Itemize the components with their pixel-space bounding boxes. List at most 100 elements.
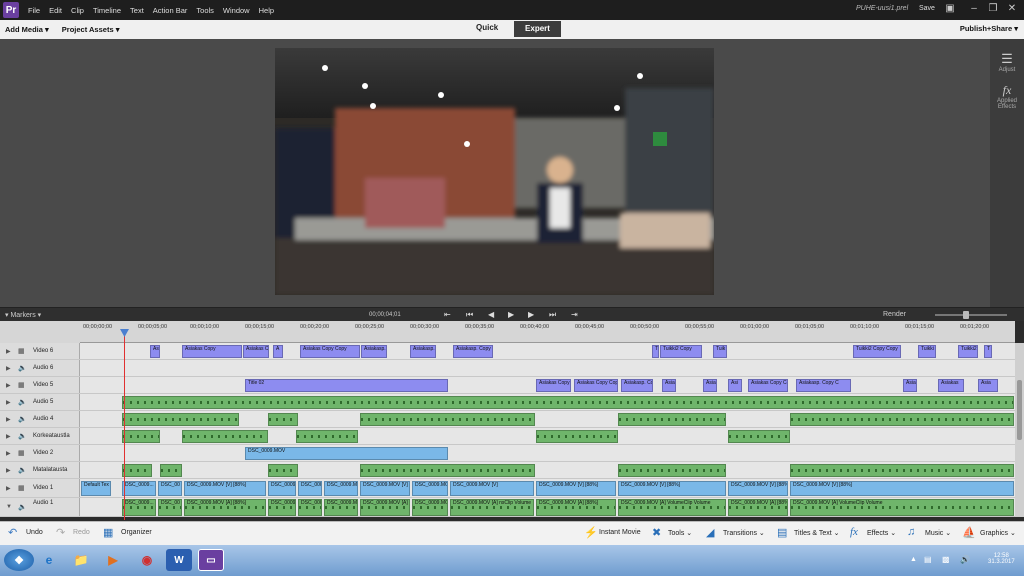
project-assets-button[interactable]: Project Assets ▾ [62, 25, 120, 34]
markers-dropdown[interactable]: ▾ Markers ▾ [5, 311, 41, 319]
tray-network-icon[interactable]: ▤ [924, 555, 932, 564]
organizer-icon[interactable]: ▦ [103, 526, 113, 539]
clip[interactable]: Asia [662, 379, 676, 392]
mode-quick-tab[interactable]: Quick [476, 23, 498, 32]
clip[interactable]: Title 02 [245, 379, 448, 392]
menu-edit[interactable]: Edit [49, 6, 62, 15]
menu-tools[interactable]: Tools [196, 6, 214, 15]
expand-icon[interactable]: ▶ [6, 467, 11, 474]
clip[interactable]: T [652, 345, 659, 358]
menu-clip[interactable]: Clip [71, 6, 84, 15]
chrome-icon[interactable]: ◉ [134, 549, 160, 571]
clip[interactable]: Tuikki [918, 345, 936, 358]
clip[interactable]: DSC_0009.MOV [V] [88%] [790, 481, 1014, 496]
clip[interactable]: Asiakas [938, 379, 964, 392]
titles-text-icon[interactable]: ▤ [777, 526, 787, 539]
clip[interactable]: DSC_0009... [122, 499, 156, 516]
publish-share-button[interactable]: Publish+Share ▾ [960, 24, 1018, 33]
restore-icon[interactable]: ❐ [987, 3, 999, 15]
timeline-zoom-handle[interactable] [963, 311, 969, 319]
clip[interactable]: DSC_0009. [268, 499, 296, 516]
word-icon[interactable]: W [166, 549, 192, 571]
go-to-start-icon[interactable]: ⏮ [466, 310, 473, 320]
clip[interactable]: DSC_0009.MOV [V] [88%] [728, 481, 788, 496]
clip[interactable]: DSC_000 [298, 481, 322, 496]
menu-action-bar[interactable]: Action Bar [153, 6, 188, 15]
clip[interactable]: Asia [978, 379, 998, 392]
audio-clip[interactable] [268, 413, 298, 426]
expand-icon[interactable]: ▶ [6, 365, 11, 372]
menu-file[interactable]: File [28, 6, 40, 15]
applied-effects-button[interactable]: fx Applied Effects [990, 83, 1024, 110]
clip[interactable]: DSC_0009.MOV [A] [88%] [728, 499, 788, 516]
step-back-icon[interactable]: ◀ [488, 310, 494, 319]
audio-clip[interactable] [790, 464, 1014, 477]
clip[interactable]: Asia [703, 379, 717, 392]
media-player-icon[interactable]: ▶ [100, 549, 126, 571]
audio-clip[interactable] [296, 430, 358, 443]
clip[interactable]: Asiakas Copy Copy [300, 345, 360, 358]
audio-clip[interactable] [728, 430, 790, 443]
clip[interactable]: Asiakas C [243, 345, 269, 358]
clip[interactable]: DSC_0009.MOV [V] [88%] [618, 481, 726, 496]
collapse-icon[interactable]: ▼ [6, 504, 12, 510]
clip[interactable]: As [150, 345, 160, 358]
organizer-button[interactable]: Organizer [121, 529, 152, 536]
audio-clip[interactable] [536, 430, 618, 443]
clip[interactable]: Asiakasp. Copy C [796, 379, 851, 392]
clip[interactable]: Asiakasp. Co [621, 379, 653, 392]
tray-arrow-icon[interactable]: ▲ [910, 556, 917, 563]
clip[interactable]: A [273, 345, 283, 358]
clip[interactable]: Asiakasp. Copy [453, 345, 493, 358]
tools-button[interactable]: Tools ⌄ [668, 529, 692, 537]
expand-icon[interactable]: ▶ [6, 382, 11, 389]
expand-icon[interactable]: ▶ [6, 485, 11, 492]
play-icon[interactable]: ▶ [508, 310, 514, 319]
audio-clip[interactable] [618, 413, 726, 426]
audio-clip[interactable] [122, 396, 1014, 409]
clip[interactable]: Asiakasp. [361, 345, 387, 358]
effects-fx-icon[interactable]: fx [850, 526, 858, 538]
clip[interactable]: DSC_0009... [122, 481, 156, 496]
tray-speaker-icon[interactable]: 🔊 [960, 555, 970, 564]
clip[interactable]: Tuikki2 Copy [660, 345, 702, 358]
menu-timeline[interactable]: Timeline [93, 6, 121, 15]
clip[interactable]: Tuikki2 [958, 345, 978, 358]
playhead-line[interactable] [124, 331, 125, 520]
clip[interactable]: DSC_0009.MOV [V] [88%] [184, 481, 266, 496]
expand-icon[interactable]: ▶ [6, 450, 11, 457]
redo-icon[interactable]: ↷ [56, 526, 65, 539]
effects-button[interactable]: Effects ⌄ [867, 529, 896, 537]
expand-icon[interactable]: ▶ [6, 416, 11, 423]
audio-clip[interactable] [122, 464, 152, 477]
clip[interactable]: DSC_0009.MOV [A] [88%] [184, 499, 266, 516]
premiere-elements-icon[interactable]: ▭ [198, 549, 224, 571]
clip[interactable]: DSC_0009.MO [412, 499, 448, 516]
app-logo-icon[interactable]: Pr [3, 2, 19, 18]
instant-movie-button[interactable]: Instant Movie [599, 529, 641, 536]
clip[interactable]: T [984, 345, 992, 358]
clip[interactable]: DSC_00 [158, 499, 182, 516]
clip[interactable]: Asia [903, 379, 917, 392]
clip[interactable]: Asiakas Copy Copy [574, 379, 618, 392]
close-icon[interactable]: ✕ [1006, 3, 1018, 15]
menu-help[interactable]: Help [259, 6, 274, 15]
clip[interactable]: Asiakas Copy Co [748, 379, 788, 392]
clip[interactable]: DSC_00 [158, 481, 182, 496]
clip[interactable]: DSC_0009.MOV [A] nsClip Volume [450, 499, 534, 516]
timeline-zoom-slider[interactable] [935, 314, 1007, 316]
audio-clip[interactable] [182, 430, 268, 443]
instant-movie-icon[interactable]: ⚡ [584, 526, 598, 539]
audio-clip[interactable] [360, 464, 535, 477]
undo-button[interactable]: Undo [26, 529, 43, 536]
scrollbar-thumb[interactable] [1017, 380, 1022, 440]
clip[interactable]: Asiakasp. [410, 345, 436, 358]
audio-clip[interactable] [360, 413, 535, 426]
add-media-button[interactable]: Add Media ▾ [5, 25, 49, 34]
go-to-end-icon[interactable]: ⏭ [549, 310, 556, 320]
audio-clip[interactable] [122, 413, 239, 426]
expand-icon[interactable]: ▶ [6, 433, 11, 440]
tools-icon[interactable]: ✖ [652, 526, 661, 539]
music-button[interactable]: Music ⌄ [925, 529, 951, 537]
internet-explorer-icon[interactable]: e [36, 549, 62, 571]
